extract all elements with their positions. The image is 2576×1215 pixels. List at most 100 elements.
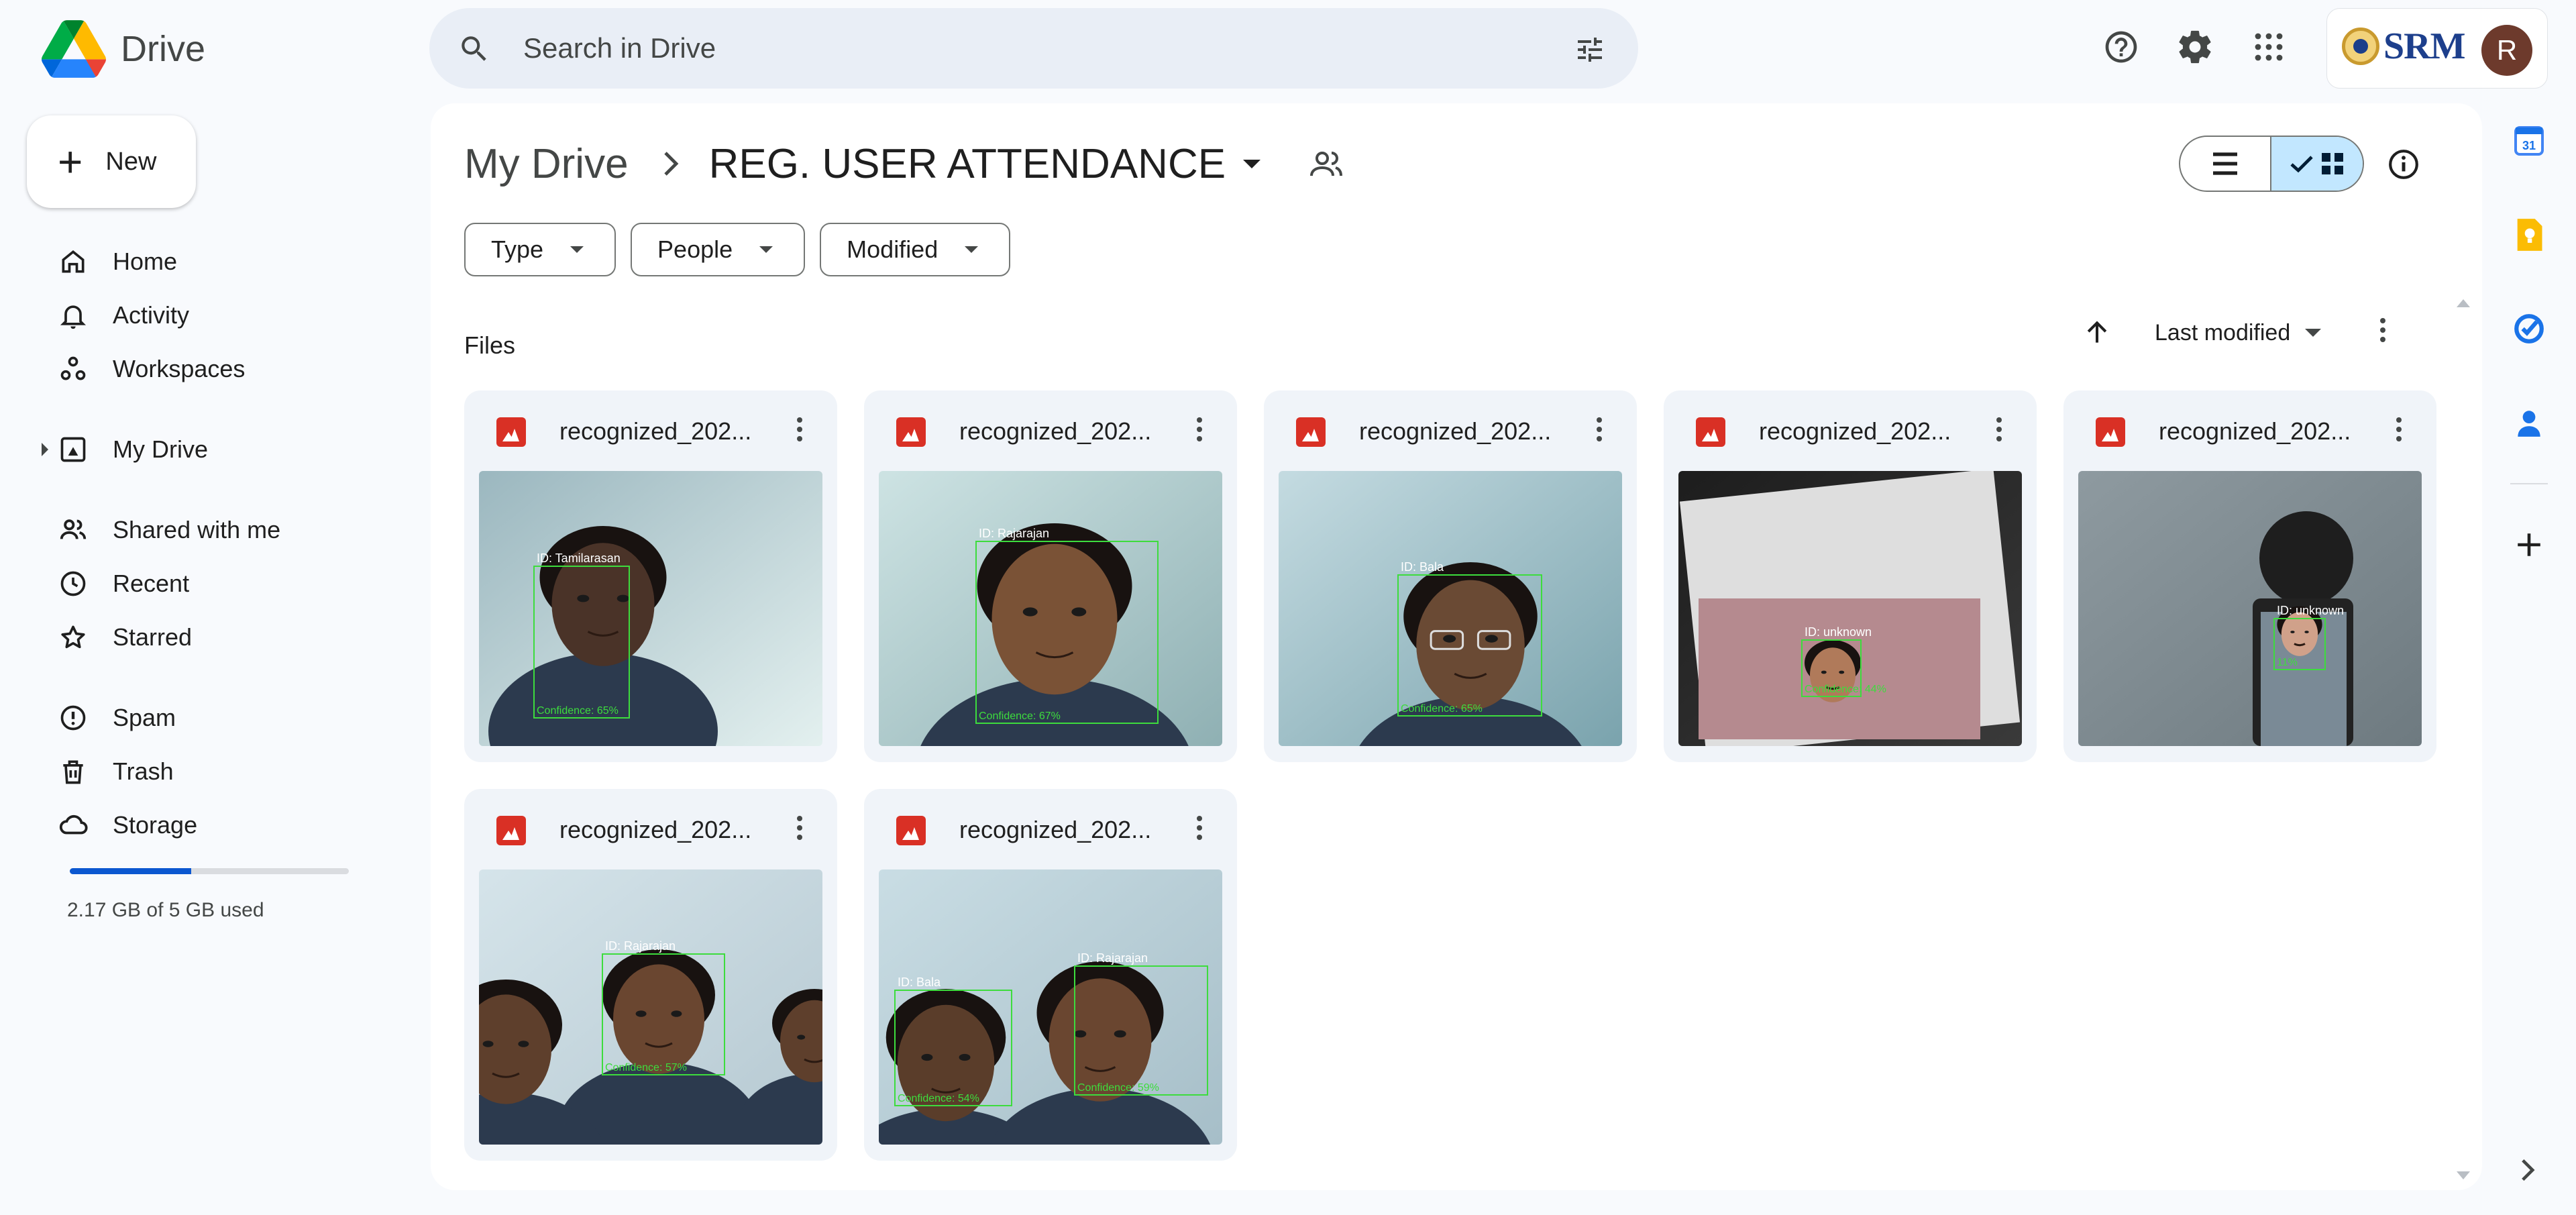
file-card[interactable]: recognized_202... ID: unknown Confidence: … [1664,390,2037,762]
list-view-button[interactable] [2180,137,2270,191]
file-name[interactable]: recognized_202... [959,816,1151,844]
sidebar-item-shared-with-me[interactable]: Shared with me [27,503,402,557]
my-drive-icon [58,434,89,465]
info-icon[interactable] [2387,148,2420,181]
more-options-icon[interactable] [1195,417,1203,447]
search-input[interactable] [523,28,1462,68]
file-thumbnail[interactable]: ID: Tamilarasan Confidence: 65% [479,471,822,746]
help-icon[interactable] [2100,25,2143,68]
filter-type[interactable]: Type [464,223,616,276]
file-thumbnail[interactable]: ID: Bala Confidence: 54% ID: Rajarajan Conf… [879,869,1222,1145]
sidebar-item-storage[interactable]: Storage [27,798,402,852]
face-confidence-label: Confidence: 65% [537,705,619,717]
apps-grid-icon[interactable] [2247,25,2290,68]
more-options-icon[interactable] [796,417,804,447]
settings-gear-icon[interactable] [2174,25,2216,68]
file-thumbnail[interactable]: ID: Rajarajan Confidence: 67% [879,471,1222,746]
new-button[interactable]: + New [27,115,196,208]
scrollbar-down-arrow[interactable] [2457,1171,2470,1179]
workspaces-icon [58,354,89,384]
sidebar-item-label: Workspaces [113,355,246,382]
account-switcher[interactable]: SRM R [2326,8,2548,89]
dropdown-arrow-icon [965,246,979,253]
sidebar-item-my-drive[interactable]: My Drive [27,423,402,476]
file-card-header[interactable]: recognized_202... [864,789,1237,869]
dropdown-arrow-icon[interactable] [2305,329,2322,337]
sidebar-item-spam[interactable]: Spam [27,691,402,745]
calendar-icon[interactable]: 31 [2509,121,2549,161]
keep-notes-icon[interactable] [2509,215,2549,255]
file-thumbnail[interactable]: ID: unknown Confidence: 44% [1678,471,2022,746]
sidebar-item-trash[interactable]: Trash [27,745,402,798]
sidebar-nav: Home Activity Workspaces My Drive Shared… [27,235,402,852]
sort-direction-arrow-up-icon[interactable] [2082,318,2112,348]
more-options-icon[interactable] [1995,417,2003,447]
filter-people[interactable]: People [631,223,806,276]
image-file-icon [1296,417,1326,447]
file-thumbnail[interactable]: ID: Rajarajan Confidence: 57% [479,869,822,1145]
drive-logo-icon [42,20,106,78]
face-confidence-label: Confidence: 67% [979,710,1061,722]
add-addon-plus-icon[interactable] [2509,525,2549,565]
list-view-icon [2213,152,2237,175]
file-card[interactable]: recognized_202... ID: Rajarajan Confidence… [464,789,837,1161]
search-icon[interactable] [458,32,491,66]
avatar[interactable]: R [2481,25,2532,76]
search-bar[interactable] [429,8,1638,89]
cloud-icon [58,810,89,841]
more-options-icon[interactable] [796,816,804,845]
filter-modified[interactable]: Modified [820,223,1011,276]
file-card[interactable]: recognized_202... ID: unknown 11% [2063,390,2436,762]
breadcrumb-root[interactable]: My Drive [464,140,629,188]
sidebar-item-workspaces[interactable]: Workspaces [27,342,402,396]
image-file-icon [1696,417,1725,447]
file-card[interactable]: recognized_202... ID: Bala Confidence: 65% [1264,390,1637,762]
scrollbar-up-arrow[interactable] [2457,299,2470,307]
expand-side-panel-chevron-icon[interactable] [2517,1158,2538,1182]
more-options-icon[interactable] [2395,417,2403,447]
file-card-header[interactable]: recognized_202... [1264,390,1637,471]
org-seal-icon [2342,28,2379,65]
drive-logo[interactable]: Drive [42,20,205,78]
file-name[interactable]: recognized_202... [959,417,1151,445]
file-name[interactable]: recognized_202... [1359,417,1551,445]
sort-controls: Last modified [2082,318,2387,348]
file-name[interactable]: recognized_202... [559,417,751,445]
folder-menu-dropdown-icon[interactable] [1243,159,1261,168]
file-card[interactable]: recognized_202... ID: Bala Confidence: 54%… [864,789,1237,1161]
expand-caret-icon[interactable] [42,443,48,456]
sort-by-dropdown[interactable]: Last modified [2155,320,2290,346]
search-options-icon[interactable] [1572,34,1607,66]
top-bar: Drive SRM R [0,0,2576,101]
sidebar-item-starred[interactable]: Starred [27,611,402,664]
sidebar-item-label: Spam [113,704,176,731]
file-card-header[interactable]: recognized_202... [2063,390,2436,471]
people-icon [58,515,89,545]
file-card-header[interactable]: recognized_202... [464,789,837,869]
file-name[interactable]: recognized_202... [559,816,751,844]
app-name: Drive [121,29,206,69]
shared-folder-icon[interactable] [1309,150,1344,177]
file-thumbnail[interactable]: ID: unknown 11% [2078,471,2422,746]
file-card[interactable]: recognized_202... ID: Rajarajan Confidence… [864,390,1237,762]
sidebar-item-home[interactable]: Home [27,235,402,288]
dropdown-arrow-icon [570,246,584,253]
face-confidence-label: 11% [2277,657,2298,668]
sidebar-item-recent[interactable]: Recent [27,557,402,611]
file-card-header[interactable]: recognized_202... [464,390,837,471]
more-options-icon[interactable] [1595,417,1603,447]
more-options-icon[interactable] [2379,318,2387,348]
file-card[interactable]: recognized_202... ID: Tamilarasan Confiden… [464,390,837,762]
file-card-header[interactable]: recognized_202... [1664,390,2037,471]
more-options-icon[interactable] [1195,816,1203,845]
grid-view-button[interactable] [2270,137,2363,191]
file-card-header[interactable]: recognized_202... [864,390,1237,471]
file-name[interactable]: recognized_202... [1759,417,1951,445]
storage-usage-text[interactable]: 2.17 GB of 5 GB used [67,899,264,922]
contacts-icon[interactable] [2509,403,2549,443]
file-thumbnail[interactable]: ID: Bala Confidence: 65% [1279,471,1622,746]
file-name[interactable]: recognized_202... [2159,417,2351,445]
breadcrumb-current-folder[interactable]: REG. USER ATTENDANCE [709,140,1226,188]
tasks-icon[interactable] [2509,309,2549,349]
sidebar-item-activity[interactable]: Activity [27,288,402,342]
